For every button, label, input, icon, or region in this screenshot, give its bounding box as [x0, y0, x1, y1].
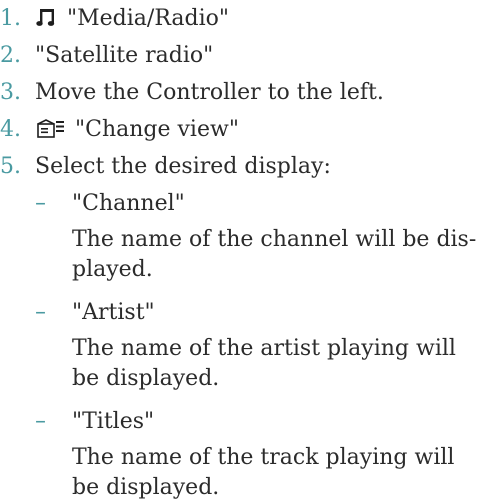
- step-number: 1.: [0, 6, 21, 31]
- option-label: "Artist": [72, 300, 155, 325]
- option-description: The name of the artist playing will be d…: [72, 336, 456, 391]
- step-text: "Change view": [75, 117, 239, 142]
- change-view-icon: [37, 119, 64, 138]
- option-description: The name of the channel will be dis-play…: [72, 227, 477, 282]
- step-text: "Satellite radio": [35, 43, 214, 68]
- option-description: The name of the track playing will be di…: [72, 445, 455, 500]
- step-number: 3.: [0, 80, 21, 105]
- step-text: "Media/Radio": [67, 6, 229, 31]
- step-text: Move the Controller to the left.: [35, 80, 384, 105]
- dash-bullet: –: [35, 191, 46, 216]
- step-text: Select the desired display:: [35, 154, 331, 179]
- step-body: "Change view": [35, 115, 239, 145]
- option-label: "Channel": [72, 191, 185, 216]
- instruction-list: 1. "Media/Radio" 2. "Satellite radio" 3.…: [0, 0, 490, 504]
- step-body: "Media/Radio": [35, 4, 229, 34]
- option-label: "Titles": [72, 409, 155, 434]
- step-number: 4.: [0, 117, 21, 142]
- step-number: 5.: [0, 154, 21, 179]
- step-number: 2.: [0, 43, 21, 68]
- dash-bullet: –: [35, 300, 46, 325]
- music-note-icon: [36, 9, 55, 26]
- dash-bullet: –: [35, 409, 46, 434]
